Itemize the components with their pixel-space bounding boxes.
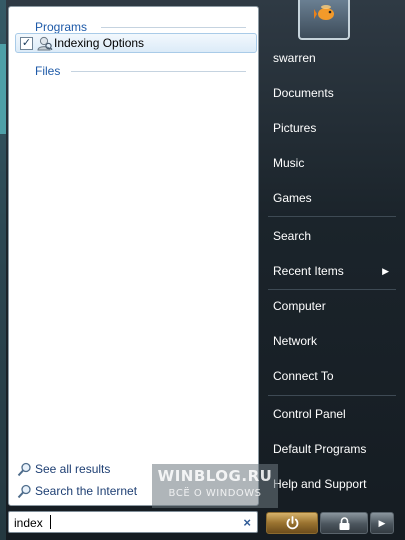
files-header: Files: [35, 64, 61, 78]
power-icon: [286, 516, 299, 530]
network-link[interactable]: Network: [262, 327, 397, 355]
computer-link[interactable]: Computer: [262, 292, 397, 320]
see-all-results-label: See all results: [35, 462, 111, 476]
files-divider: [71, 71, 246, 72]
programs-header: Programs: [35, 20, 88, 34]
right-pane-divider: [268, 395, 396, 396]
help-and-support-link[interactable]: Help and Support: [262, 470, 397, 498]
text-caret: [50, 515, 51, 529]
games-link[interactable]: Games: [262, 184, 397, 212]
search-icon: [17, 462, 31, 477]
search-internet-label: Search the Internet: [35, 484, 138, 498]
desktop-window-edge: [0, 44, 6, 134]
watermark-subtitle: ВСЁ О WINDOWS: [168, 488, 262, 499]
connect-to-link[interactable]: Connect To: [262, 362, 397, 390]
submenu-arrow-icon: ▶: [382, 266, 389, 276]
right-pane-divider: [268, 216, 396, 217]
recent-items-link[interactable]: Recent Items ▶: [262, 257, 397, 285]
search-input-value: index: [14, 516, 43, 530]
result-indexing-options[interactable]: ✓ Indexing Options: [15, 33, 257, 53]
indexing-options-icon: [37, 36, 53, 51]
right-pane-divider: [268, 289, 396, 290]
watermark: WINBLOG.RU ВСЁ О WINDOWS: [152, 464, 278, 508]
user-avatar[interactable]: [298, 0, 350, 40]
music-link[interactable]: Music: [262, 149, 397, 177]
goldfish-icon: [314, 5, 334, 20]
pictures-link[interactable]: Pictures: [262, 114, 397, 142]
documents-link[interactable]: Documents: [262, 79, 397, 107]
power-button[interactable]: [266, 512, 318, 534]
programs-divider: [101, 27, 246, 28]
lock-icon: [339, 517, 350, 530]
start-search-input[interactable]: index ×: [8, 511, 258, 533]
user-name-link[interactable]: swarren: [262, 44, 397, 72]
lock-button[interactable]: [320, 512, 368, 534]
checkbox-icon: ✓: [20, 37, 33, 50]
control-panel-link[interactable]: Control Panel: [262, 400, 397, 428]
recent-items-label: Recent Items: [273, 264, 344, 278]
default-programs-link[interactable]: Default Programs: [262, 435, 397, 463]
search-icon: [17, 484, 31, 499]
watermark-title: WINBLOG.RU: [157, 467, 273, 485]
search-link[interactable]: Search: [262, 222, 397, 250]
desktop-edge: [0, 0, 6, 540]
shutdown-options-button[interactable]: ▶: [370, 512, 394, 534]
result-label: Indexing Options: [54, 36, 145, 50]
clear-icon[interactable]: ×: [243, 515, 251, 530]
search-results-panel: Programs ✓ Indexing Options Files See al…: [8, 6, 259, 506]
